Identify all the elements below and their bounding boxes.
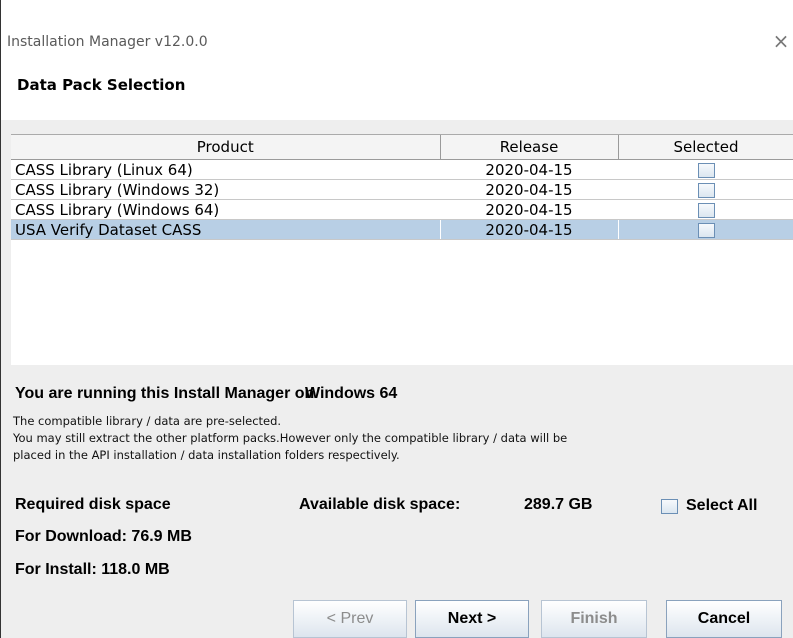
table-row[interactable]: CASS Library (Windows 32) 2020-04-15 <box>11 179 793 200</box>
required-disk-space-label: Required disk space <box>15 496 171 513</box>
release-cell: 2020-04-15 <box>440 219 619 240</box>
data-pack-table: Product Release Selected CASS Library (L… <box>11 135 793 240</box>
column-header-product[interactable]: Product <box>11 135 441 160</box>
install-size-label: For Install: 118.0 MB <box>15 561 170 578</box>
data-pack-table-area: Product Release Selected CASS Library (L… <box>11 134 793 365</box>
select-all-toggle[interactable]: Select All <box>661 496 757 516</box>
select-all-label: Select All <box>686 497 758 514</box>
note-line: placed in the API installation / data in… <box>13 448 400 462</box>
column-header-release[interactable]: Release <box>440 135 619 160</box>
product-cell: CASS Library (Windows 64) <box>11 199 441 220</box>
release-cell: 2020-04-15 <box>440 159 619 180</box>
download-size-label: For Download: 76.9 MB <box>15 528 192 545</box>
content-panel: Product Release Selected CASS Library (L… <box>1 120 793 638</box>
selected-cell <box>618 199 793 220</box>
select-all-checkbox[interactable] <box>661 498 678 514</box>
table-header-row: Product Release Selected <box>11 135 793 160</box>
running-on-label: You are running this Install Manager on <box>15 385 315 402</box>
selected-cell <box>618 179 793 200</box>
table-row-selected[interactable]: USA Verify Dataset CASS 2020-04-15 <box>11 219 793 240</box>
note-line: You may still extract the other platform… <box>13 431 568 445</box>
page-title: Data Pack Selection <box>17 76 186 94</box>
table-row[interactable]: CASS Library (Windows 64) 2020-04-15 <box>11 199 793 220</box>
available-disk-space-value: 289.7 GB <box>524 496 593 513</box>
prev-button[interactable]: < Prev <box>293 600 407 638</box>
window-title: Installation Manager v12.0.0 <box>7 34 208 50</box>
installer-window: Installation Manager v12.0.0 × Data Pack… <box>0 0 793 638</box>
finish-button[interactable]: Finish <box>541 600 647 638</box>
page-header: Data Pack Selection <box>1 70 793 120</box>
note-line: The compatible library / data are pre-se… <box>13 414 282 428</box>
os-value: Windows 64 <box>305 385 398 402</box>
compatibility-note: The compatible library / data are pre-se… <box>13 413 783 464</box>
release-cell: 2020-04-15 <box>440 179 619 200</box>
release-cell: 2020-04-15 <box>440 199 619 220</box>
row-checkbox[interactable] <box>697 202 715 218</box>
title-bar: Installation Manager v12.0.0 × <box>1 0 793 70</box>
next-button[interactable]: Next > <box>415 600 529 638</box>
product-cell: USA Verify Dataset CASS <box>11 219 441 240</box>
selected-cell <box>618 219 793 240</box>
column-header-selected[interactable]: Selected <box>618 135 793 160</box>
close-icon[interactable]: × <box>770 30 792 52</box>
selected-cell <box>618 159 793 180</box>
row-checkbox[interactable] <box>697 222 715 238</box>
available-disk-space-label: Available disk space: <box>299 496 461 513</box>
table-row[interactable]: CASS Library (Linux 64) 2020-04-15 <box>11 159 793 180</box>
cancel-button[interactable]: Cancel <box>666 600 782 638</box>
row-checkbox[interactable] <box>697 162 715 178</box>
product-cell: CASS Library (Windows 32) <box>11 179 441 200</box>
row-checkbox[interactable] <box>697 182 715 198</box>
product-cell: CASS Library (Linux 64) <box>11 159 441 180</box>
